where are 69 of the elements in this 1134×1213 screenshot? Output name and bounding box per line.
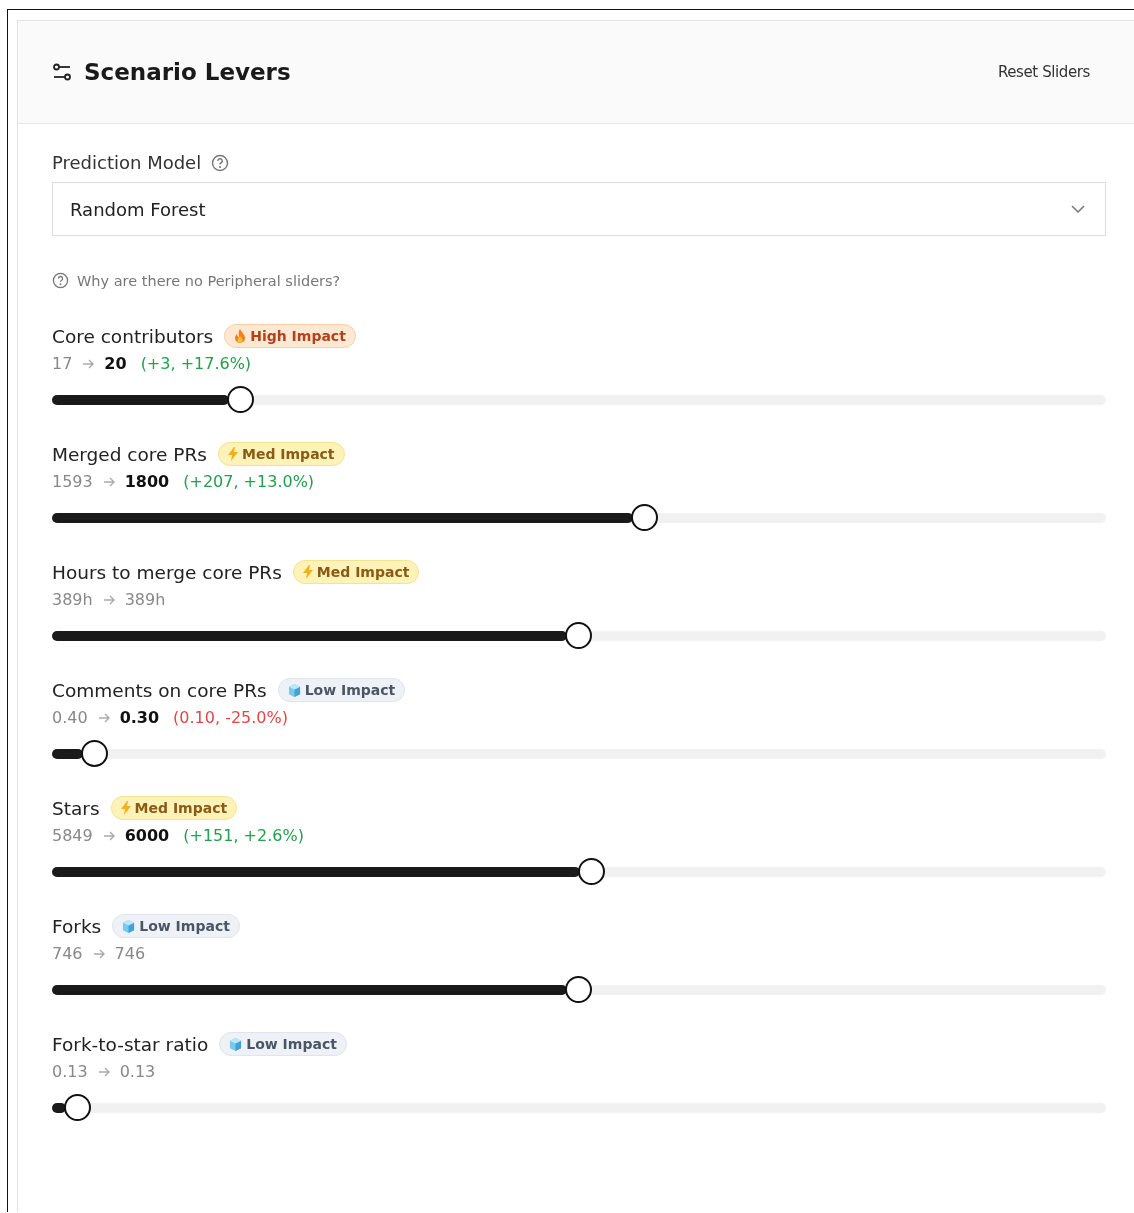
lightning-icon bbox=[120, 801, 131, 815]
arrow-right-icon bbox=[92, 948, 105, 959]
slider-label: Forks bbox=[52, 915, 102, 937]
change-value: (+207, +13.0%) bbox=[183, 472, 315, 491]
slider-track[interactable] bbox=[52, 749, 1106, 759]
flame-icon bbox=[234, 329, 247, 343]
arrow-right-icon bbox=[102, 830, 115, 841]
slider-thumb[interactable] bbox=[226, 386, 254, 413]
impact-badge: Low Impact bbox=[277, 678, 406, 702]
field-label: Prediction Model bbox=[52, 152, 202, 173]
new-value: 6000 bbox=[124, 826, 170, 845]
chevron-down-icon bbox=[1071, 205, 1085, 213]
cube-icon bbox=[122, 919, 136, 933]
slider-track[interactable] bbox=[52, 631, 1106, 641]
new-value: 1800 bbox=[124, 472, 170, 491]
model-dropdown[interactable]: Random Forest bbox=[52, 182, 1106, 236]
original-value: 746 bbox=[52, 944, 83, 963]
help-icon[interactable] bbox=[211, 153, 230, 172]
original-value: 1593 bbox=[52, 472, 93, 491]
slider-label: Merged core PRs bbox=[52, 443, 207, 465]
slider-label: Core contributors bbox=[52, 325, 214, 347]
arrow-right-icon bbox=[102, 476, 115, 487]
impact-badge: Med Impact bbox=[292, 560, 420, 584]
arrow-right-icon bbox=[82, 358, 95, 369]
arrow-right-icon bbox=[102, 594, 115, 605]
lightning-icon bbox=[302, 565, 313, 579]
slider-track[interactable] bbox=[52, 985, 1106, 995]
reset-sliders-button[interactable]: Reset Sliders bbox=[997, 59, 1090, 85]
slider-thumb[interactable] bbox=[631, 504, 659, 531]
impact-badge: Med Impact bbox=[110, 796, 238, 820]
slider-thumb[interactable] bbox=[565, 622, 592, 649]
change-value: (0.10, -25.0%) bbox=[173, 708, 288, 727]
original-value: 389h bbox=[52, 590, 93, 609]
slider-track[interactable] bbox=[52, 867, 1106, 877]
lightning-icon bbox=[228, 447, 238, 461]
slider-track[interactable] bbox=[52, 513, 1106, 523]
new-value: 746 bbox=[114, 944, 146, 963]
original-value: 17 bbox=[52, 354, 73, 373]
change-value: (+3, +17.6%) bbox=[140, 354, 252, 373]
panel-title: Scenario Levers bbox=[84, 59, 291, 85]
cube-icon bbox=[287, 683, 301, 697]
slider-label: Stars bbox=[52, 797, 100, 819]
new-value: 0.30 bbox=[119, 708, 160, 727]
impact-badge: Low Impact bbox=[219, 1032, 347, 1056]
slider-thumb[interactable] bbox=[64, 1094, 92, 1121]
original-value: 0.40 bbox=[52, 708, 88, 727]
impact-badge: High Impact bbox=[224, 324, 356, 348]
cube-icon bbox=[229, 1037, 243, 1051]
slider-thumb[interactable] bbox=[565, 976, 592, 1003]
slider-label: Comments on core PRs bbox=[52, 679, 267, 701]
impact-badge: Low Impact bbox=[112, 914, 240, 938]
slider-label: Fork-to-star ratio bbox=[52, 1033, 209, 1055]
slider-track[interactable] bbox=[52, 1103, 1106, 1113]
impact-badge: Med Impact bbox=[218, 442, 345, 466]
arrow-right-icon bbox=[97, 1066, 110, 1077]
slider-label: Hours to merge core PRs bbox=[52, 561, 282, 583]
arrow-right-icon bbox=[97, 712, 110, 723]
slider-track[interactable] bbox=[52, 395, 1106, 405]
help-icon bbox=[52, 272, 69, 289]
slider-thumb[interactable] bbox=[577, 858, 605, 885]
new-value: 20 bbox=[104, 354, 127, 373]
original-value: 0.13 bbox=[52, 1062, 88, 1081]
sliders-icon bbox=[52, 62, 72, 82]
slider-thumb[interactable] bbox=[81, 740, 109, 767]
original-value: 5849 bbox=[52, 826, 93, 845]
change-value: (+151, +2.6%) bbox=[183, 826, 304, 845]
help-link[interactable]: Why are there no Peripheral sliders? bbox=[77, 272, 341, 289]
new-value: 0.13 bbox=[119, 1062, 156, 1081]
new-value: 389h bbox=[124, 590, 166, 609]
